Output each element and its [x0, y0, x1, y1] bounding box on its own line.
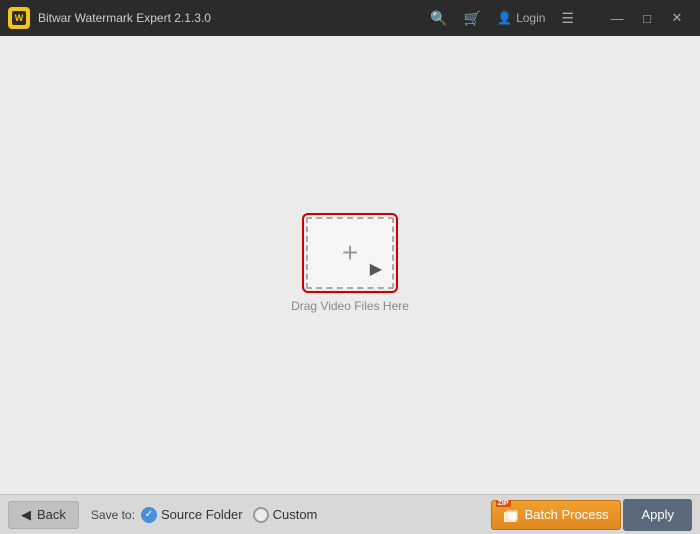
- cursor-icon: ▶: [370, 259, 382, 279]
- zip-tag: ZIP: [496, 500, 511, 507]
- title-bar-action-icons: 🔍 🛒 👤 Login ☰: [430, 10, 574, 27]
- app-logo: W: [8, 7, 30, 29]
- main-content: + ▶ Drag Video Files Here: [0, 36, 700, 494]
- batch-process-wrapper: ZIP Batch Process Apply: [491, 499, 692, 531]
- batch-process-label: Batch Process: [525, 507, 609, 522]
- source-folder-option[interactable]: ✓ Source Folder: [141, 507, 243, 523]
- maximize-button[interactable]: □: [632, 4, 662, 32]
- add-icon: +: [342, 239, 358, 267]
- bottom-bar: ◀ Back Save to: ✓ Source Folder Custom Z…: [0, 494, 700, 534]
- login-label: Login: [516, 11, 545, 25]
- minimize-button[interactable]: —: [602, 4, 632, 32]
- save-to-label: Save to:: [91, 508, 135, 522]
- back-label: Back: [37, 507, 66, 522]
- window-controls: — □ ✕: [602, 4, 692, 32]
- batch-icon: [504, 510, 520, 524]
- login-button[interactable]: 👤 Login: [497, 11, 545, 25]
- custom-option[interactable]: Custom: [253, 507, 318, 523]
- close-button[interactable]: ✕: [662, 4, 692, 32]
- batch-process-button[interactable]: ZIP Batch Process: [491, 500, 622, 530]
- apply-label: Apply: [641, 507, 674, 522]
- search-icon[interactable]: 🔍: [430, 10, 447, 27]
- cart-icon[interactable]: 🛒: [464, 10, 481, 27]
- menu-icon[interactable]: ☰: [561, 10, 574, 27]
- custom-label: Custom: [273, 507, 318, 522]
- logo-icon: W: [12, 11, 26, 25]
- apply-button[interactable]: Apply: [623, 499, 692, 531]
- source-folder-label: Source Folder: [161, 507, 243, 522]
- drop-zone-label: Drag Video Files Here: [291, 299, 409, 313]
- back-button[interactable]: ◀ Back: [8, 501, 79, 529]
- source-folder-radio[interactable]: ✓: [141, 507, 157, 523]
- app-title: Bitwar Watermark Expert 2.1.3.0: [38, 11, 430, 25]
- title-bar: W Bitwar Watermark Expert 2.1.3.0 🔍 🛒 👤 …: [0, 0, 700, 36]
- custom-radio[interactable]: [253, 507, 269, 523]
- user-icon: 👤: [497, 11, 512, 25]
- drop-zone[interactable]: + ▶: [306, 217, 394, 289]
- back-arrow-icon: ◀: [21, 507, 31, 523]
- drop-zone-wrapper: + ▶ Drag Video Files Here: [291, 217, 409, 313]
